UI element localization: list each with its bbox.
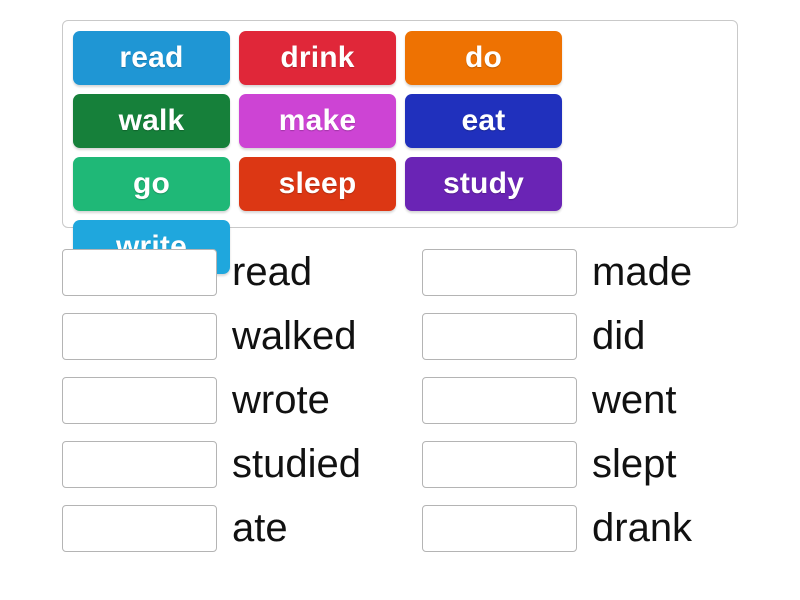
answer-column-left: read walked wrote studied ate [62, 246, 422, 554]
word-tile-read[interactable]: read [73, 31, 230, 85]
answer-row: did [422, 310, 782, 362]
answer-label-went: went [592, 378, 677, 422]
word-tile-go[interactable]: go [73, 157, 230, 211]
answer-row: made [422, 246, 782, 298]
word-tile-study[interactable]: study [405, 157, 562, 211]
answer-row: walked [62, 310, 422, 362]
answer-row: studied [62, 438, 422, 490]
drop-slot-wrote[interactable] [62, 376, 217, 424]
drop-slot-studied[interactable] [62, 440, 217, 488]
drop-slot-slept[interactable] [422, 440, 577, 488]
word-tile-make[interactable]: make [239, 94, 396, 148]
word-tile-walk[interactable]: walk [73, 94, 230, 148]
answer-row: read [62, 246, 422, 298]
answer-label-slept: slept [592, 442, 677, 486]
drop-slot-walked[interactable] [62, 312, 217, 360]
word-tile-sleep[interactable]: sleep [239, 157, 396, 211]
answer-label-ate: ate [232, 506, 288, 550]
drop-slot-made[interactable] [422, 248, 577, 296]
answer-row: ate [62, 502, 422, 554]
word-tile-eat[interactable]: eat [405, 94, 562, 148]
answer-label-drank: drank [592, 506, 693, 550]
word-tile-do[interactable]: do [405, 31, 562, 85]
drop-slot-ate[interactable] [62, 504, 217, 552]
word-bank-grid: read drink do walk make eat go sleep study write [73, 31, 727, 274]
drop-slot-did[interactable] [422, 312, 577, 360]
answer-label-wrote: wrote [232, 378, 330, 422]
answer-column-right: made did went slept drank [422, 246, 782, 554]
answer-row: slept [422, 438, 782, 490]
drop-slot-drank[interactable] [422, 504, 577, 552]
drop-slot-read[interactable] [62, 248, 217, 296]
answer-row: drank [422, 502, 782, 554]
answer-area: read walked wrote studied ate made did went sle… [62, 246, 782, 554]
answer-label-did: did [592, 314, 646, 358]
word-bank-panel: read drink do walk make eat go sleep study write [62, 20, 738, 274]
answer-row: wrote [62, 374, 422, 426]
drop-slot-went[interactable] [422, 376, 577, 424]
answer-label-read: read [232, 250, 313, 294]
answer-row: went [422, 374, 782, 426]
word-tile-drink[interactable]: drink [239, 31, 396, 85]
answer-label-made: made [592, 250, 693, 294]
answer-label-walked: walked [232, 314, 357, 358]
answer-label-studied: studied [232, 442, 361, 486]
